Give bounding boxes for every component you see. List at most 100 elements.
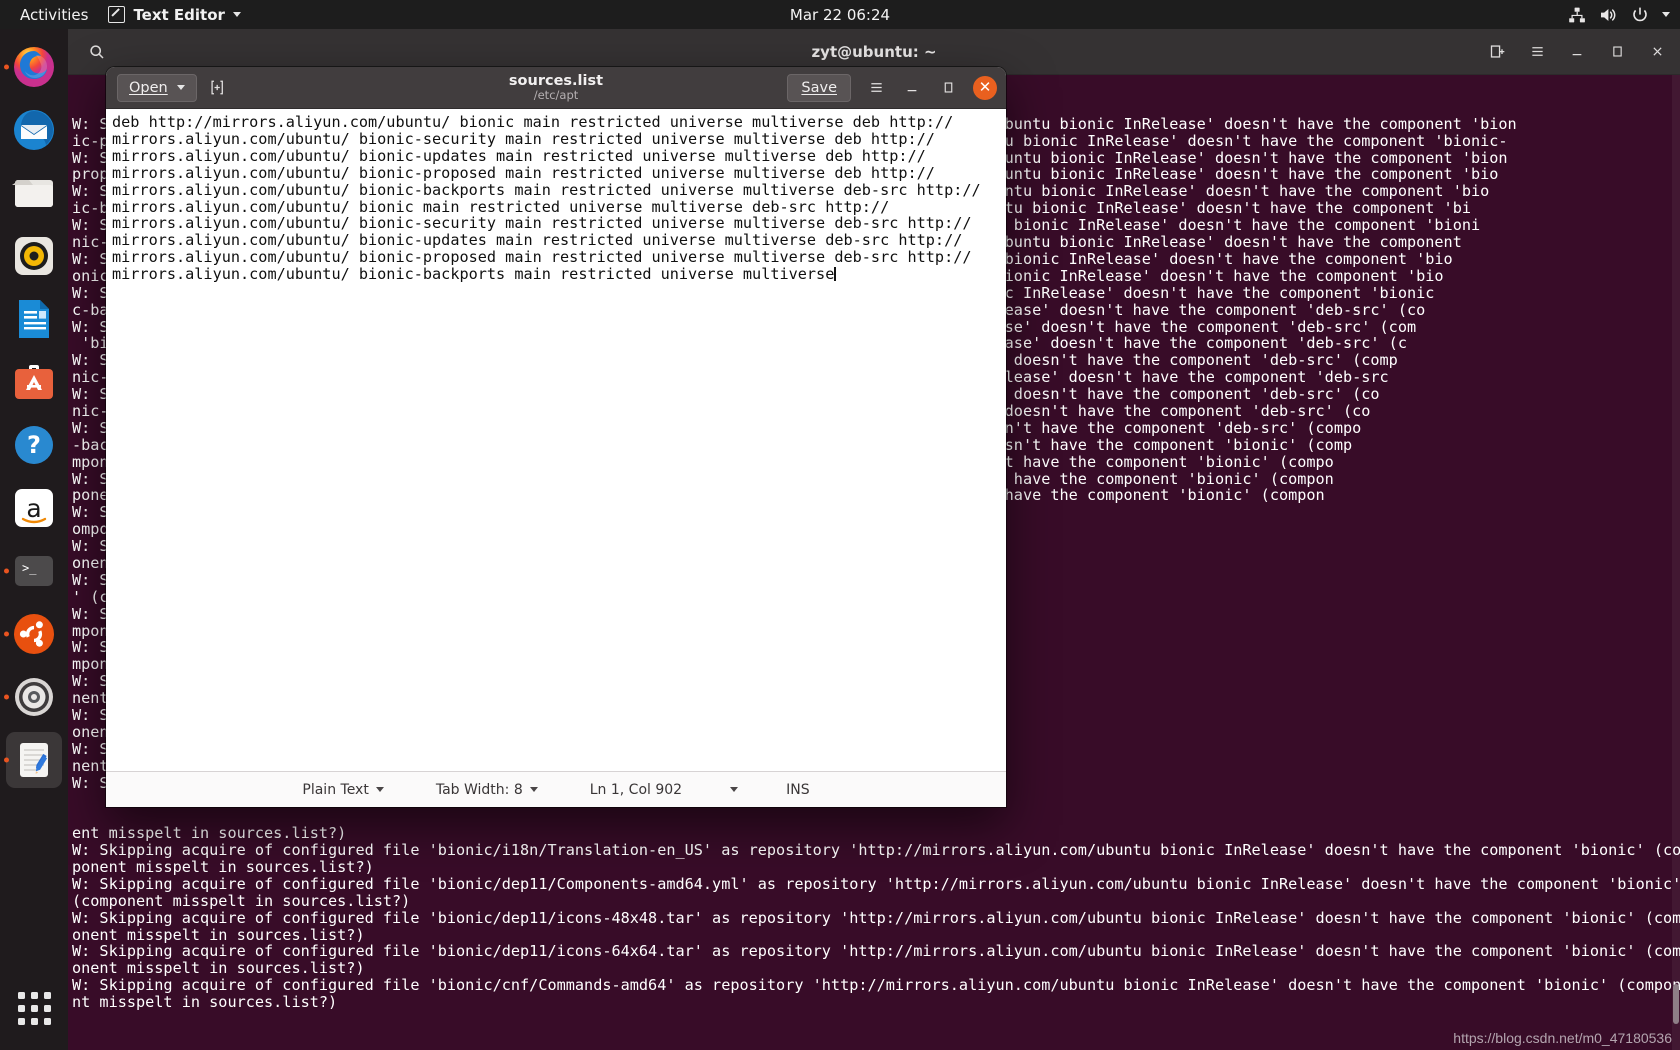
tab-width-selector[interactable]: Tab Width: 8 [410, 782, 564, 798]
close-icon[interactable] [1646, 41, 1668, 63]
dock-item-firefox[interactable] [4, 39, 62, 95]
cursor-position-label: Ln 1, Col 902 [589, 781, 683, 798]
terminal-recent-lines: ent misspelt in sources.list?) W: Skippin… [72, 825, 1680, 1011]
terminal-line: nt misspelt in sources.list?) [72, 993, 338, 1012]
dock-item-settings[interactable] [4, 669, 62, 725]
dock-item-files[interactable] [6, 165, 62, 221]
terminal-line: W: Skipping acquire of configured file '… [72, 942, 1680, 961]
activities-button[interactable]: Activities [14, 3, 94, 27]
open-button-label: Open [129, 79, 168, 96]
close-icon[interactable]: ✕ [973, 75, 997, 100]
position-dropdown[interactable] [708, 787, 760, 792]
top-bar-left: Activities Text Editor [0, 3, 241, 27]
clock-button[interactable]: Mar 22 06:24 [0, 0, 1680, 29]
firefox-icon [14, 47, 54, 87]
terminal-prompt-line: zyt@ubuntu:~$ sudo gedit /etc/apt/source… [72, 1045, 1680, 1050]
chevron-down-icon [232, 12, 241, 17]
top-bar: Activities Text Editor Mar 22 06:24 [0, 0, 1680, 29]
app-grid-icon [17, 991, 51, 1025]
libreoffice-writer-icon [19, 300, 49, 338]
dock-item-libreoffice-writer[interactable] [6, 291, 62, 347]
gedit-titlebar[interactable]: Open sources.list /etc/apt Save ✕ [106, 67, 1006, 109]
terminal-line: ent misspelt in sources.list?) [72, 824, 347, 843]
new-tab-icon[interactable] [1486, 41, 1508, 63]
dock-item-help[interactable]: ? [6, 417, 62, 473]
gedit-statusbar: Plain Text Tab Width: 8 Ln 1, Col 902 IN… [106, 771, 1006, 807]
hamburger-menu-icon[interactable] [1526, 41, 1548, 63]
files-folder-icon [12, 180, 53, 207]
chevron-down-icon [176, 85, 185, 90]
maximize-icon[interactable] [1606, 41, 1628, 63]
terminal-title: zyt@ubuntu: ~ [811, 42, 937, 61]
terminal-line: (component misspelt in sources.list?) [72, 891, 411, 910]
app-menu-label: Text Editor [133, 5, 225, 24]
watermark-text: https://blog.csdn.net/m0_47180536 [1453, 1030, 1672, 1046]
terminal-line: W: Skipping acquire of configured file '… [72, 874, 1680, 893]
gedit-line: mirrors.aliyun.com/ubuntu/ bionic-propos… [112, 163, 935, 182]
dock-item-rhythmbox[interactable] [6, 228, 62, 284]
desktop: zyt@ubuntu: ~ W: S bionic InRelease' doe… [0, 0, 1680, 1050]
chevron-down-icon [529, 787, 538, 792]
text-caret [834, 267, 836, 282]
app-menu-button[interactable]: Text Editor [108, 5, 241, 24]
gedit-line: mirrors.aliyun.com/ubuntu/ bionic-update… [112, 231, 963, 250]
terminal-line: W: Skipping acquire of configured file '… [72, 976, 1680, 995]
dock: ? a >_ [0, 29, 68, 1050]
terminal-scrollbar-thumb[interactable] [1673, 984, 1679, 1024]
dock-item-terminal[interactable]: >_ [4, 543, 62, 599]
minimize-icon[interactable] [1566, 41, 1588, 63]
volume-icon [1599, 6, 1618, 24]
gedit-line: mirrors.aliyun.com/ubuntu/ bionic-backpo… [112, 265, 836, 284]
network-icon [1568, 6, 1586, 24]
gedit-scrollbar[interactable] [999, 109, 1006, 771]
dock-item-thunderbird[interactable] [6, 102, 62, 158]
terminal-window-controls [1486, 41, 1668, 63]
terminal-scrollbar[interactable] [1672, 75, 1680, 1050]
gedit-text-area[interactable]: deb http://mirrors.aliyun.com/ubuntu/ bi… [106, 109, 1006, 771]
running-indicator [4, 757, 9, 763]
terminal-line: W: Skipping acquire of configured file '… [72, 908, 1680, 927]
terminal-line: onent misspelt in sources.list?) [72, 925, 365, 944]
thunderbird-icon [14, 110, 54, 150]
dock-item-ubuntu-software[interactable] [6, 354, 62, 410]
gedit-document-lines: deb http://mirrors.aliyun.com/ubuntu/ bi… [112, 114, 1006, 283]
running-indicator [4, 64, 9, 70]
hamburger-menu-icon[interactable] [865, 77, 887, 99]
chevron-down-icon [1662, 12, 1670, 17]
terminal-icon: >_ [15, 556, 53, 586]
svg-text:>_: >_ [22, 561, 37, 575]
terminal-line: onent misspelt in sources.list?) [72, 959, 365, 978]
gedit-line: mirrors.aliyun.com/ubuntu/ bionic-backpo… [112, 180, 981, 199]
running-indicator [4, 568, 9, 574]
terminal-line: ponent misspelt in sources.list?) [72, 858, 374, 877]
terminal-line: W: Skipping acquire of configured file '… [72, 841, 1680, 860]
save-button-label: Save [801, 79, 837, 96]
gedit-line: mirrors.aliyun.com/ubuntu/ bionic-securi… [112, 214, 972, 233]
dock-item-text-editor[interactable] [4, 732, 62, 788]
new-tab-icon[interactable] [210, 79, 227, 96]
running-indicator [4, 631, 9, 637]
language-label: Plain Text [302, 781, 369, 798]
ubuntu-software-icon [15, 365, 53, 399]
insert-mode-label: INS [786, 781, 810, 798]
language-selector[interactable]: Plain Text [276, 782, 409, 798]
save-button[interactable]: Save [787, 73, 851, 102]
rhythmbox-icon [15, 237, 53, 275]
running-indicator [4, 694, 9, 700]
open-button[interactable]: Open [117, 73, 197, 102]
text-editor-icon [20, 743, 48, 777]
chevron-down-icon [375, 787, 384, 792]
chevron-down-icon [730, 787, 739, 792]
minimize-icon[interactable] [901, 77, 923, 99]
power-icon [1631, 6, 1649, 24]
show-applications-button[interactable] [6, 980, 62, 1036]
system-indicators[interactable] [1568, 0, 1670, 29]
gedit-line: mirrors.aliyun.com/ubuntu/ bionic-securi… [112, 129, 935, 148]
insert-mode[interactable]: INS [760, 782, 836, 798]
maximize-icon[interactable] [937, 77, 959, 99]
amazon-icon: a [15, 489, 53, 527]
gedit-line: mirrors.aliyun.com/ubuntu/ bionic-update… [112, 146, 926, 165]
gedit-window[interactable]: Open sources.list /etc/apt Save ✕ deb ht… [106, 67, 1006, 807]
dock-item-software-updater[interactable] [4, 606, 62, 662]
dock-item-amazon[interactable]: a [6, 480, 62, 536]
